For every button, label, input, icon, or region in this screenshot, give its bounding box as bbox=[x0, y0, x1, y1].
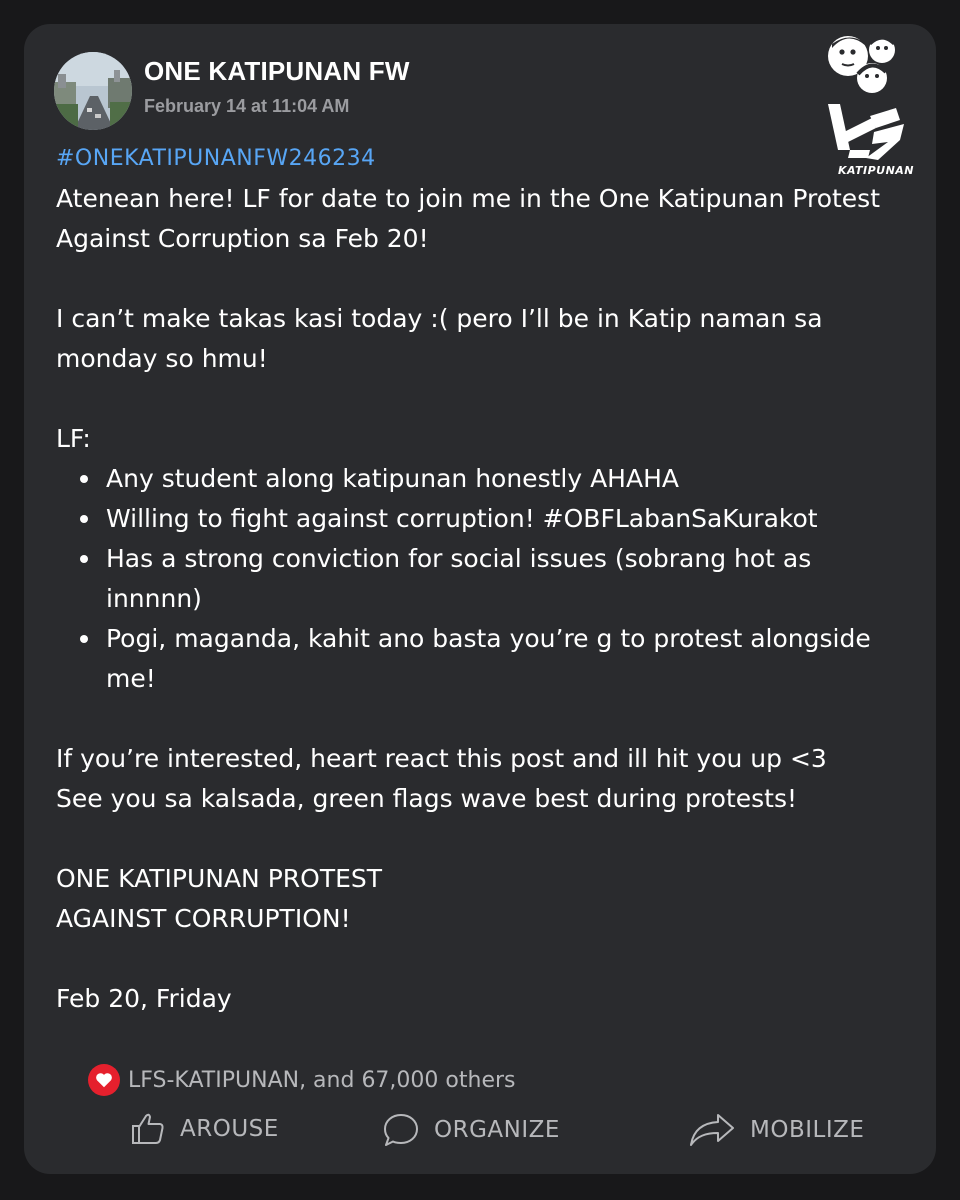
post-paragraph-line: AGAINST CORRUPTION! bbox=[56, 904, 351, 933]
post-paragraph: I can’t make takas kasi today :( pero I’… bbox=[56, 304, 823, 373]
arouse-button[interactable]: AROUSE bbox=[130, 1112, 279, 1146]
post-hashtag[interactable]: #ONEKATIPUNANFW246234 bbox=[56, 139, 906, 179]
heart-icon bbox=[88, 1064, 120, 1096]
post-timestamp[interactable]: February 14 at 11:04 AM bbox=[144, 96, 349, 117]
page-name[interactable]: ONE KATIPUNAN FW bbox=[144, 56, 410, 87]
reactions-text: LFS-KATIPUNAN, and 67,000 others bbox=[128, 1067, 516, 1093]
post-paragraph-line: If you’re interested, heart react this p… bbox=[56, 744, 827, 773]
comment-bubble-icon bbox=[382, 1112, 420, 1148]
page-avatar[interactable] bbox=[54, 52, 132, 130]
mobilize-button[interactable]: MOBILIZE bbox=[688, 1112, 864, 1148]
organize-label: ORGANIZE bbox=[434, 1117, 560, 1143]
share-arrow-icon bbox=[688, 1112, 736, 1148]
organize-button[interactable]: ORGANIZE bbox=[382, 1112, 560, 1148]
post-date: Feb 20, Friday bbox=[56, 984, 232, 1013]
post-paragraph-line: ONE KATIPUNAN PROTEST bbox=[56, 864, 383, 893]
post-body: #ONEKATIPUNANFW246234 Atenean here! LF f… bbox=[56, 139, 906, 1019]
lf-heading: LF: bbox=[56, 424, 91, 453]
post-paragraph-line: See you sa kalsada, green flags wave bes… bbox=[56, 784, 798, 813]
arouse-label: AROUSE bbox=[180, 1116, 279, 1142]
post-card: ONE KATIPUNAN FW February 14 at 11:04 AM… bbox=[24, 24, 936, 1174]
lf-list-item: Pogi, maganda, kahit ano basta you’re g … bbox=[80, 619, 906, 699]
lf-list-item: Has a strong conviction for social issue… bbox=[80, 539, 906, 619]
reactions-summary[interactable]: LFS-KATIPUNAN, and 67,000 others bbox=[88, 1064, 515, 1096]
mobilize-label: MOBILIZE bbox=[750, 1117, 865, 1143]
lf-list: Any student along katipunan honestly AHA… bbox=[56, 459, 906, 699]
post-paragraph: Atenean here! LF for date to join me in … bbox=[56, 184, 881, 253]
lf-list-item: Willing to fight against corruption! #OB… bbox=[80, 499, 906, 539]
thumbs-up-icon bbox=[130, 1112, 166, 1146]
lf-list-item: Any student along katipunan honestly AHA… bbox=[80, 459, 906, 499]
